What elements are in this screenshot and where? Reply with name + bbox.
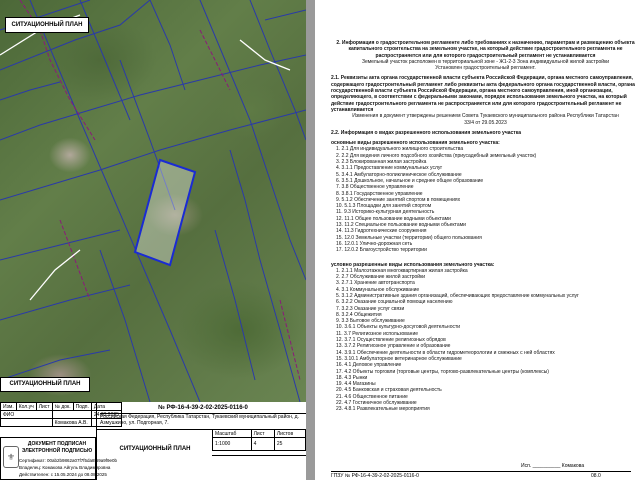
scale-table: Масштаб Лист Листов 1:1000 4 25 (212, 429, 306, 451)
e-signature-block: ⚜ ДОКУМЕНТ ПОДПИСАН ЭЛЕКТРОННОЙ ПОДПИСЬЮ… (0, 437, 117, 480)
fio-empty-cell (51, 410, 92, 419)
address-text: Российская Федерация, Республика Татарст… (100, 414, 299, 426)
conditional-uses-list: 1. 2.1.1 Малоэтажная многоквартирная жил… (331, 268, 640, 413)
signature-title-line2: ЭЛЕКТРОННОЙ ПОДПИСЬЮ (21, 448, 93, 454)
map-title: СИТУАЦИОННЫЙ ПЛАН (5, 17, 89, 33)
hdr-kol: Кол.уч (15, 402, 37, 411)
list-item: 23. 4.8.1 Развлекательные мероприятия (336, 406, 430, 413)
fio-label: ФИО (3, 411, 15, 418)
plan-name: СИТУАЦИОННЫЙ ПЛАН (119, 446, 191, 452)
sheets-label: Листов (273, 429, 306, 438)
scale-value: 1:1000 (212, 437, 252, 451)
section-2-heading: 2. Информация о градостроительном реглам… (336, 40, 635, 59)
signature-cert: Сертификат: 00ab2b9862a07f7f5da8f69a9f9e… (19, 458, 118, 463)
signature-owner: Владелец: Комакова Айгуль Владимировна (19, 465, 111, 470)
fio-empty-left (0, 418, 53, 427)
fio-name: Комакова А.В. (51, 418, 92, 427)
sheet-label: Лист (250, 429, 275, 438)
situation-plan-map: СИТУАЦИОННЫЙ ПЛАН СИТУАЦИОННЫЙ ПЛАН (0, 0, 306, 402)
right-page: 2. Информация о градостроительном реглам… (315, 0, 640, 480)
footer-date: 08.0 (591, 473, 601, 479)
signature-valid: Действителен: с 15.05.2024 до 08.08.2025 (19, 472, 107, 477)
footer-rule (331, 471, 631, 472)
main-uses-list: 1. 2.1 Для индивидуального жилищного стр… (331, 146, 640, 253)
map-title-bottom: СИТУАЦИОННЫЙ ПЛАН (0, 377, 90, 392)
footer-doc-number: ГПЗУ № РФ-16-4-39-2-02-2025-0116-0 (331, 473, 419, 479)
hdr-list: Лист (35, 402, 53, 411)
signature-title: ДОКУМЕНТ ПОДПИСАН ЭЛЕКТРОННОЙ ПОДПИСЬЮ (19, 441, 95, 455)
title-block: Изм. Кол.уч Лист № док. Подп. Дата ФИО 2… (0, 402, 306, 480)
signature-title-line1: ДОКУМЕНТ ПОДПИСАН (27, 441, 87, 447)
hdr-izm: Изм. (0, 402, 17, 411)
subject-land-plot (133, 158, 197, 267)
cadastral-overlay (0, 0, 306, 402)
left-page: СИТУАЦИОННЫЙ ПЛАН СИТУАЦИОННЫЙ ПЛАН Изм.… (0, 0, 306, 480)
hdr-ndok: № док. (51, 402, 74, 411)
footer-executor: Исп. __________ Комакова (521, 463, 585, 469)
fio-label-cell: ФИО (0, 410, 53, 419)
document-body: 2. Информация о градостроительном реглам… (331, 40, 640, 413)
scale-label: Масштаб (212, 429, 252, 438)
doc-number: № РФ-16-4-39-2-02-2025-0116-0 (100, 404, 306, 414)
section-2-1-text-1: Изменения в документ утверждены решением… (352, 113, 619, 120)
section-2-1-heading: 2.1. Реквизиты акта органа государственн… (331, 75, 635, 113)
hdr-podp: Подп. (72, 402, 92, 411)
coat-of-arms-icon: ⚜ (3, 446, 19, 468)
sheet-value: 4 (250, 437, 275, 451)
sheets-value: 25 (273, 437, 306, 451)
stamp-hline-2 (212, 455, 306, 456)
